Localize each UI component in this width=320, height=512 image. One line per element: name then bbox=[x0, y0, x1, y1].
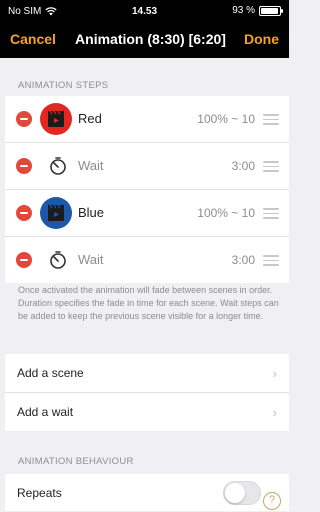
add-wait-row[interactable]: Add a wait › bbox=[5, 393, 289, 431]
repeats-label: Repeats bbox=[17, 486, 62, 500]
steps-section-header: ANIMATION STEPS bbox=[18, 80, 109, 91]
delete-step-button[interactable] bbox=[16, 111, 32, 127]
step-name: Blue bbox=[78, 205, 105, 220]
step-value: 100% ~ 10 bbox=[197, 206, 255, 220]
list-item[interactable]: Red 100% ~ 10 bbox=[5, 96, 289, 143]
step-name: Wait bbox=[78, 158, 104, 173]
behaviour-list: Repeats ? bbox=[5, 474, 289, 511]
add-wait-label: Add a wait bbox=[17, 405, 74, 419]
page-title: Animation (8:30) [6:20] bbox=[75, 31, 226, 47]
list-item[interactable]: Wait 3:00 bbox=[5, 143, 289, 190]
reorder-handle-icon[interactable] bbox=[263, 208, 279, 222]
timer-icon bbox=[50, 157, 66, 175]
scene-badge bbox=[40, 103, 72, 135]
scene-badge bbox=[40, 197, 72, 229]
chevron-right-icon: › bbox=[272, 366, 277, 381]
reorder-handle-icon[interactable] bbox=[263, 114, 279, 128]
battery-icon bbox=[259, 5, 283, 16]
step-value: 3:00 bbox=[231, 159, 255, 173]
cancel-button[interactable]: Cancel bbox=[10, 31, 56, 47]
reorder-handle-icon[interactable] bbox=[263, 255, 279, 269]
scene-clapper-icon bbox=[48, 204, 64, 221]
status-bar: No SIM 14.53 93 % bbox=[0, 0, 289, 22]
screen: No SIM 14.53 93 % Cancel Animation (8:30… bbox=[0, 0, 289, 511]
add-scene-row[interactable]: Add a scene › bbox=[5, 354, 289, 393]
step-value: 3:00 bbox=[231, 253, 255, 267]
animation-description: Once activated the animation will fade b… bbox=[18, 285, 279, 321]
chevron-right-icon: › bbox=[272, 405, 277, 420]
reorder-handle-icon[interactable] bbox=[263, 161, 279, 175]
scene-clapper-icon bbox=[48, 110, 64, 127]
repeats-row: Repeats ? bbox=[5, 474, 289, 512]
steps-list: Red 100% ~ 10 Wait 3:00 Blue 100% ~ 10 W… bbox=[5, 96, 289, 283]
timer-icon bbox=[50, 251, 66, 269]
step-value: 100% ~ 10 bbox=[197, 112, 255, 126]
behaviour-section-header: ANIMATION BEHAVIOUR bbox=[18, 456, 134, 467]
repeats-toggle[interactable] bbox=[223, 481, 261, 505]
list-item[interactable]: Wait 3:00 bbox=[5, 237, 289, 283]
done-button[interactable]: Done bbox=[244, 31, 279, 47]
actions-list: Add a scene › Add a wait › bbox=[5, 354, 289, 431]
delete-step-button[interactable] bbox=[16, 158, 32, 174]
delete-step-button[interactable] bbox=[16, 252, 32, 268]
list-item[interactable]: Blue 100% ~ 10 bbox=[5, 190, 289, 237]
delete-step-button[interactable] bbox=[16, 205, 32, 221]
nav-bar: Cancel Animation (8:30) [6:20] Done bbox=[0, 22, 289, 58]
battery-percent: 93 % bbox=[232, 5, 255, 16]
step-name: Wait bbox=[78, 252, 104, 267]
help-icon[interactable]: ? bbox=[263, 492, 281, 510]
add-scene-label: Add a scene bbox=[17, 366, 84, 380]
step-name: Red bbox=[78, 111, 102, 126]
